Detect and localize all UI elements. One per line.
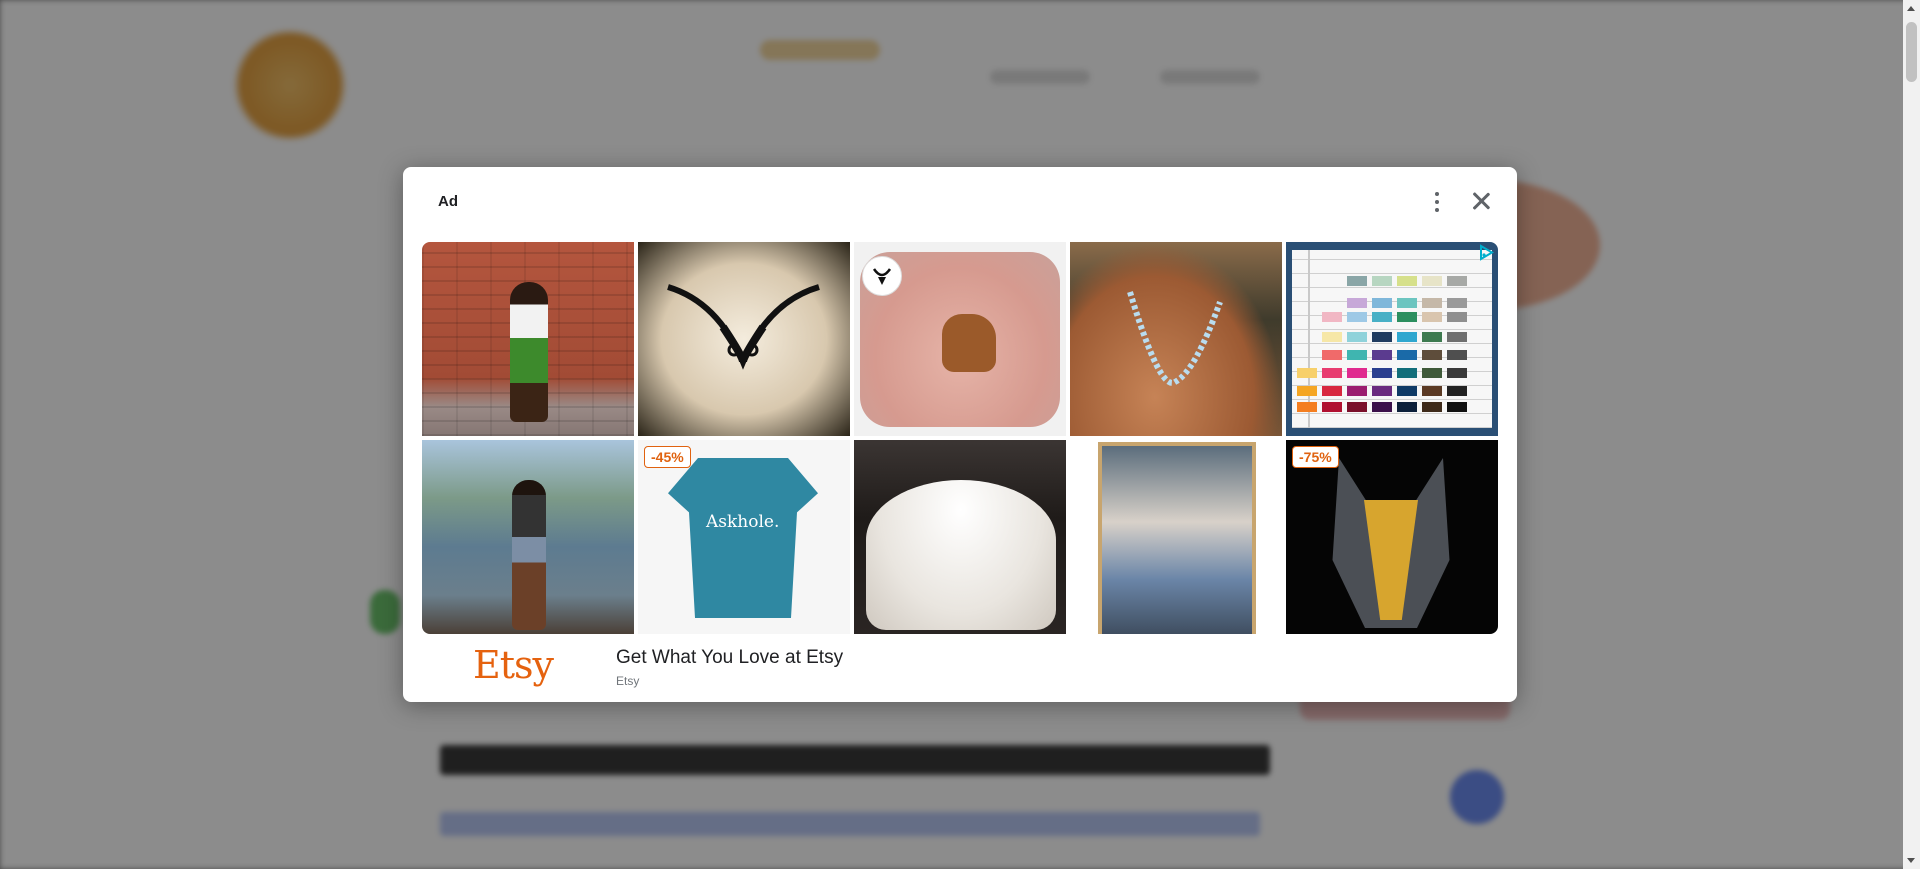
ad-dialog-header: Ad	[403, 167, 1517, 237]
scroll-up-arrow-icon[interactable]	[1907, 6, 1915, 11]
product-image	[1292, 250, 1492, 428]
product-tile-t-shirt[interactable]: Askhole. -45%	[638, 440, 850, 634]
capybara-image	[942, 314, 996, 372]
product-tile-wedding-dress[interactable]	[854, 440, 1066, 634]
ad-label: Ad	[438, 193, 458, 210]
product-tile-helmet[interactable]: -75%	[1286, 440, 1498, 634]
product-tile-skirt[interactable]	[422, 242, 634, 436]
scroll-down-arrow-icon[interactable]	[1907, 858, 1915, 863]
product-image	[512, 480, 546, 630]
product-image	[866, 480, 1056, 630]
ad-source: Etsy	[616, 674, 640, 688]
product-tile-necklace-v[interactable]	[638, 242, 850, 436]
ad-dialog: Ad Askhole. -45% -75% Etsy Get What You …	[403, 167, 1517, 702]
discount-badge: -45%	[644, 446, 691, 468]
etsy-logo: Etsy	[473, 643, 554, 687]
product-tile-shorts[interactable]	[422, 440, 634, 634]
adchoices-icon[interactable]	[1478, 244, 1495, 261]
product-image	[510, 282, 548, 422]
page-scrollbar[interactable]	[1903, 0, 1920, 869]
product-image	[1098, 442, 1256, 634]
ad-headline[interactable]: Get What You Love at Etsy	[616, 647, 843, 669]
close-icon[interactable]	[1467, 187, 1495, 215]
advertiser-link[interactable]: Etsy Get What You Love at Etsy Etsy	[403, 637, 1517, 702]
product-image	[667, 284, 820, 370]
product-tile-earring[interactable]	[854, 242, 1066, 436]
product-tile-bead-necklace[interactable]	[1070, 242, 1282, 436]
product-tile-color-chart[interactable]	[1286, 242, 1498, 436]
product-tile-poster[interactable]	[1070, 440, 1282, 634]
product-image	[1127, 291, 1223, 386]
product-image-grid: Askhole. -45% -75%	[422, 242, 1498, 634]
product-image	[668, 458, 818, 618]
more-vert-icon[interactable]	[1431, 189, 1443, 215]
scrollbar-thumb[interactable]	[1906, 22, 1917, 82]
jewelry-icon	[862, 256, 902, 296]
discount-badge: -75%	[1292, 446, 1339, 468]
shirt-print-text: Askhole.	[706, 512, 780, 532]
